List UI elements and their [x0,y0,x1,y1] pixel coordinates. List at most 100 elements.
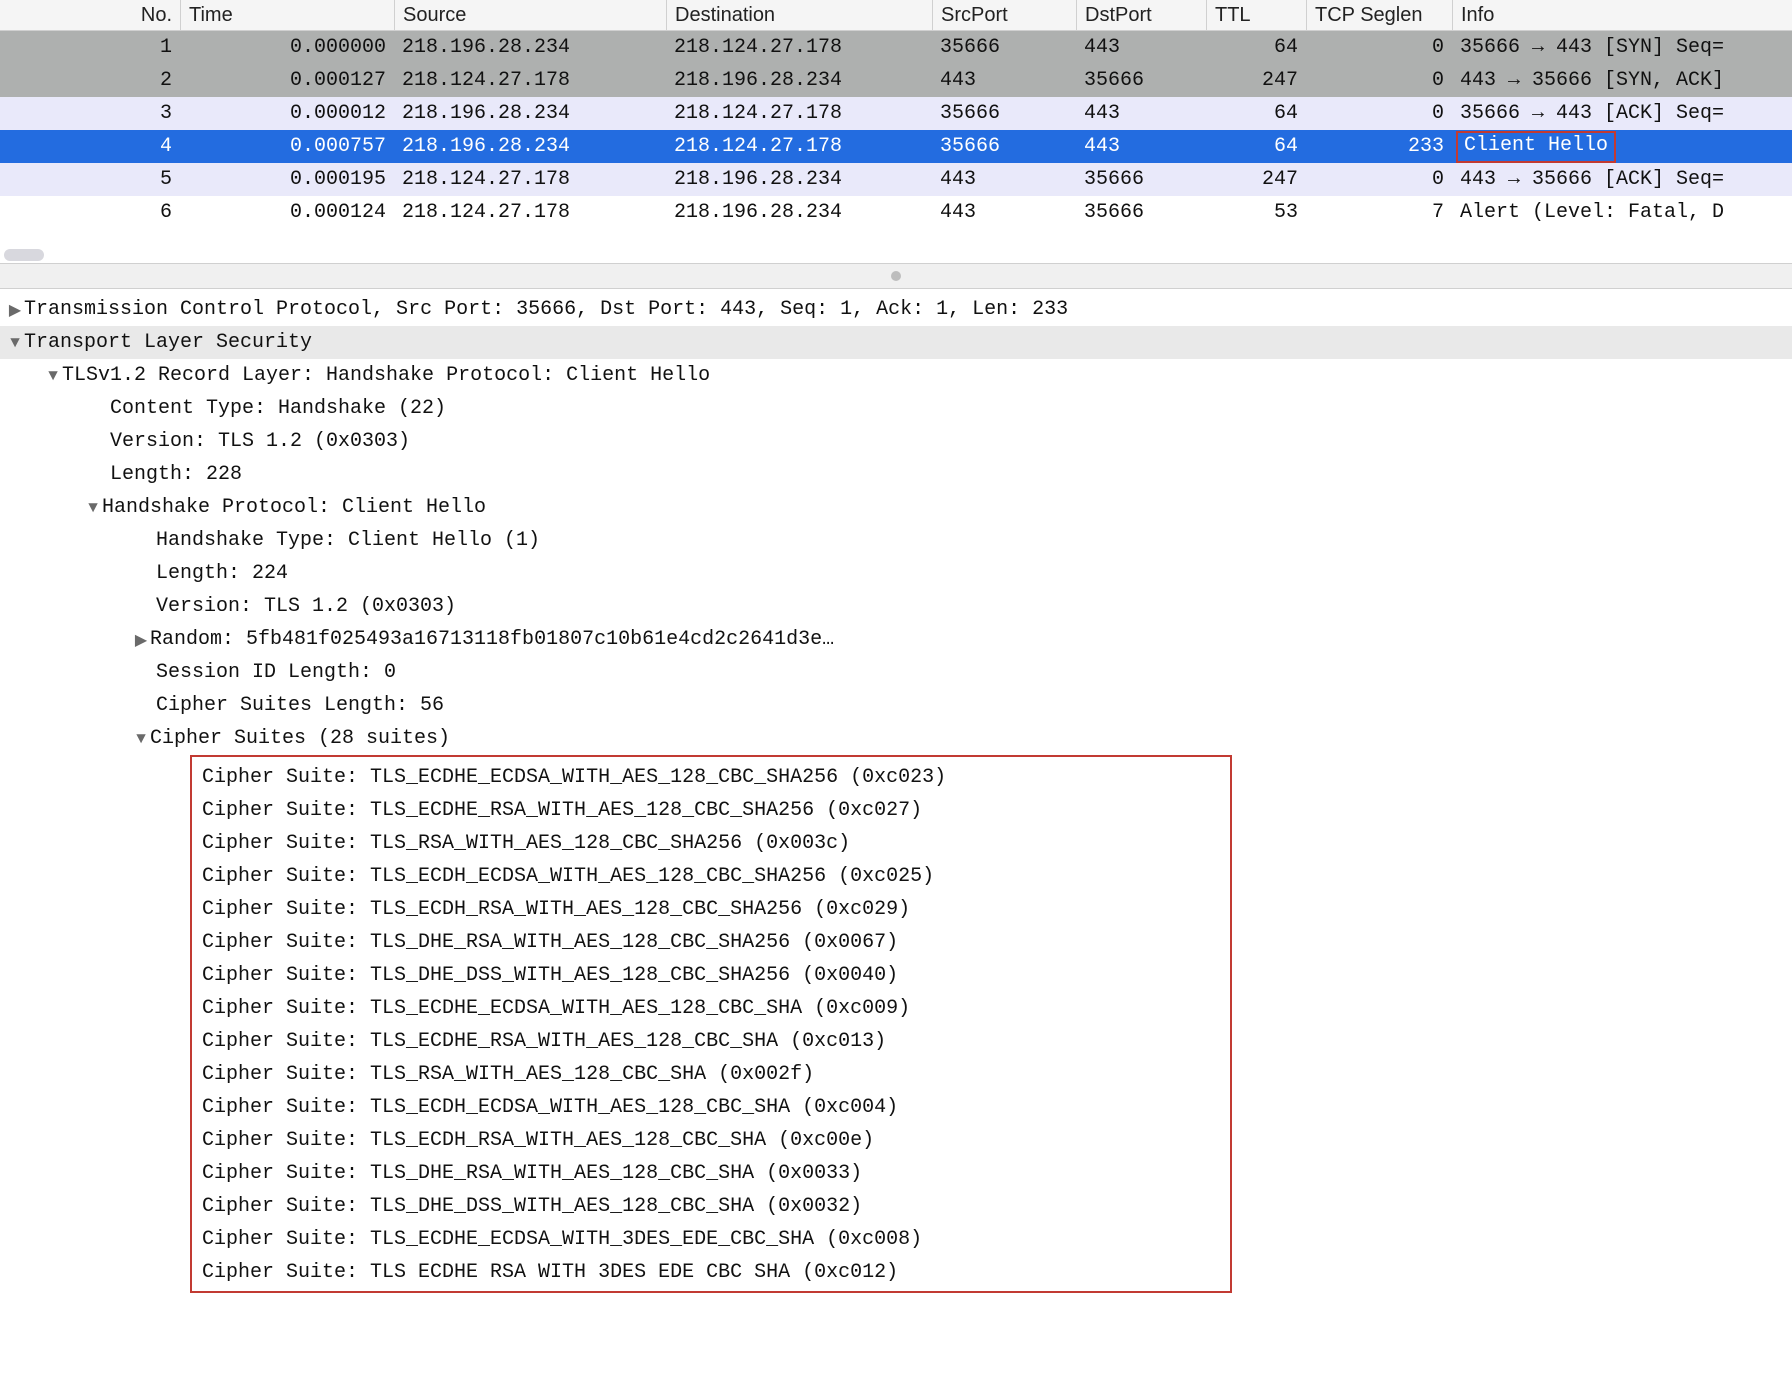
col-header-no[interactable]: No. [0,0,180,30]
cell-dstport: 35666 [1076,196,1206,229]
col-header-srcport[interactable]: SrcPort [932,0,1076,30]
caret-down-icon: ▼ [132,730,150,748]
col-header-seglen[interactable]: TCP Seglen [1306,0,1452,30]
cell-ttl: 247 [1206,163,1306,196]
packet-details[interactable]: ▶ Transmission Control Protocol, Src Por… [0,289,1792,1396]
cell-srcport: 35666 [932,31,1076,64]
tree-cs-len[interactable]: Cipher Suites Length: 56 [0,689,1792,722]
pane-splitter[interactable] [0,264,1792,289]
cipher-suite-item[interactable]: Cipher Suite: TLS_DHE_DSS_WITH_AES_128_C… [202,959,1230,992]
cipher-suite-item[interactable]: Cipher Suite: TLS_DHE_RSA_WITH_AES_128_C… [202,926,1230,959]
tree-tcp[interactable]: ▶ Transmission Control Protocol, Src Por… [0,293,1792,326]
tree-tls[interactable]: ▼ Transport Layer Security [0,326,1792,359]
col-header-ttl[interactable]: TTL [1206,0,1306,30]
tree-handshake[interactable]: ▼ Handshake Protocol: Client Hello [0,491,1792,524]
tree-tls-label: Transport Layer Security [24,331,312,354]
cipher-suite-item[interactable]: Cipher Suite: TLS_ECDHE_ECDSA_WITH_AES_1… [202,992,1230,1025]
tree-cipher-suites[interactable]: ▼ Cipher Suites (28 suites) [0,722,1792,755]
cipher-suite-item[interactable]: Cipher Suite: TLS_ECDHE_RSA_WITH_AES_128… [202,794,1230,827]
packet-row[interactable]: 60.000124218.124.27.178218.196.28.234443… [0,196,1792,229]
cell-seglen: 233 [1306,130,1452,163]
packet-list[interactable]: No. Time Source Destination SrcPort DstP… [0,0,1792,264]
cipher-suite-item[interactable]: Cipher Suite: TLS_ECDH_RSA_WITH_AES_128_… [202,893,1230,926]
cell-info: 35666 → 443 [SYN] Seq= [1452,31,1792,64]
tree-hs-length-label: Length: 224 [156,562,288,585]
packet-list-header: No. Time Source Destination SrcPort DstP… [0,0,1792,31]
cell-time: 0.000124 [180,196,394,229]
cipher-suites-highlight-box: Cipher Suite: TLS_ECDHE_ECDSA_WITH_AES_1… [190,755,1232,1293]
cell-ttl: 53 [1206,196,1306,229]
cell-dstport: 35666 [1076,64,1206,97]
cell-destination: 218.124.27.178 [666,97,932,130]
packet-rows: 10.000000218.196.28.234218.124.27.178356… [0,31,1792,229]
cell-no: 3 [0,97,180,130]
tree-rec-version[interactable]: Version: TLS 1.2 (0x0303) [0,425,1792,458]
tree-hs-type-label: Handshake Type: Client Hello (1) [156,529,540,552]
cipher-suite-item[interactable]: Cipher Suite: TLS_ECDHE_ECDSA_WITH_3DES_… [202,1223,1230,1256]
tree-hs-type[interactable]: Handshake Type: Client Hello (1) [0,524,1792,557]
cipher-suite-item[interactable]: Cipher Suite: TLS_DHE_DSS_WITH_AES_128_C… [202,1190,1230,1223]
tree-cs-len-label: Cipher Suites Length: 56 [156,694,444,717]
packet-row[interactable]: 50.000195218.124.27.178218.196.28.234443… [0,163,1792,196]
cipher-suite-item[interactable]: Cipher Suite: TLS ECDHE RSA WITH 3DES ED… [202,1256,1230,1289]
tree-hs-length[interactable]: Length: 224 [0,557,1792,590]
cell-destination: 218.196.28.234 [666,163,932,196]
tree-hs-version[interactable]: Version: TLS 1.2 (0x0303) [0,590,1792,623]
horizontal-scrollbar-thumb[interactable] [4,249,44,261]
col-header-info[interactable]: Info [1452,0,1792,30]
caret-right-icon: ▶ [6,300,24,320]
tree-random-label: Random: 5fb481f025493a16713118fb01807c10… [150,628,834,651]
cell-seglen: 7 [1306,196,1452,229]
cipher-suite-item[interactable]: Cipher Suite: TLS_ECDHE_RSA_WITH_AES_128… [202,1025,1230,1058]
cell-seglen: 0 [1306,163,1452,196]
tree-hs-version-label: Version: TLS 1.2 (0x0303) [156,595,456,618]
cell-time: 0.000127 [180,64,394,97]
cell-ttl: 64 [1206,130,1306,163]
tree-record-label: TLSv1.2 Record Layer: Handshake Protocol… [62,364,710,387]
tree-random[interactable]: ▶ Random: 5fb481f025493a16713118fb01807c… [0,623,1792,656]
tree-cipher-suites-label: Cipher Suites (28 suites) [150,727,450,750]
info-highlight-box: Client Hello [1456,131,1616,163]
tree-session-id-len-label: Session ID Length: 0 [156,661,396,684]
cell-dstport: 443 [1076,31,1206,64]
col-header-time[interactable]: Time [180,0,394,30]
tree-content-type[interactable]: Content Type: Handshake (22) [0,392,1792,425]
cell-no: 5 [0,163,180,196]
cell-no: 2 [0,64,180,97]
cipher-suite-item[interactable]: Cipher Suite: TLS_RSA_WITH_AES_128_CBC_S… [202,1058,1230,1091]
cipher-suite-item[interactable]: Cipher Suite: TLS_ECDH_ECDSA_WITH_AES_12… [202,1091,1230,1124]
cell-info: Alert (Level: Fatal, D [1452,196,1792,229]
tree-record-layer[interactable]: ▼ TLSv1.2 Record Layer: Handshake Protoc… [0,359,1792,392]
cell-destination: 218.124.27.178 [666,130,932,163]
tree-session-id-len[interactable]: Session ID Length: 0 [0,656,1792,689]
cell-seglen: 0 [1306,97,1452,130]
cipher-suite-item[interactable]: Cipher Suite: TLS_ECDH_RSA_WITH_AES_128_… [202,1124,1230,1157]
col-header-source[interactable]: Source [394,0,666,30]
cell-time: 0.000000 [180,31,394,64]
splitter-handle-icon [891,271,901,281]
packet-row[interactable]: 30.000012218.196.28.234218.124.27.178356… [0,97,1792,130]
caret-right-icon: ▶ [132,630,150,650]
cell-destination: 218.124.27.178 [666,31,932,64]
cell-source: 218.196.28.234 [394,97,666,130]
packet-row[interactable]: 20.000127218.124.27.178218.196.28.234443… [0,64,1792,97]
col-header-dest[interactable]: Destination [666,0,932,30]
packet-row[interactable]: 10.000000218.196.28.234218.124.27.178356… [0,31,1792,64]
cell-dstport: 443 [1076,97,1206,130]
col-header-dstport[interactable]: DstPort [1076,0,1206,30]
cipher-suite-item[interactable]: Cipher Suite: TLS_DHE_RSA_WITH_AES_128_C… [202,1157,1230,1190]
packet-row[interactable]: 40.000757218.196.28.234218.124.27.178356… [0,130,1792,163]
cell-info: 443 → 35666 [ACK] Seq= [1452,163,1792,196]
cell-seglen: 0 [1306,31,1452,64]
cell-seglen: 0 [1306,64,1452,97]
caret-down-icon: ▼ [6,334,24,352]
cell-srcport: 443 [932,196,1076,229]
cipher-suite-item[interactable]: Cipher Suite: TLS_ECDH_ECDSA_WITH_AES_12… [202,860,1230,893]
tree-rec-length-label: Length: 228 [110,463,242,486]
cell-no: 4 [0,130,180,163]
cell-dstport: 35666 [1076,163,1206,196]
cell-source: 218.124.27.178 [394,64,666,97]
cipher-suite-item[interactable]: Cipher Suite: TLS_ECDHE_ECDSA_WITH_AES_1… [202,761,1230,794]
cipher-suite-item[interactable]: Cipher Suite: TLS_RSA_WITH_AES_128_CBC_S… [202,827,1230,860]
tree-rec-length[interactable]: Length: 228 [0,458,1792,491]
